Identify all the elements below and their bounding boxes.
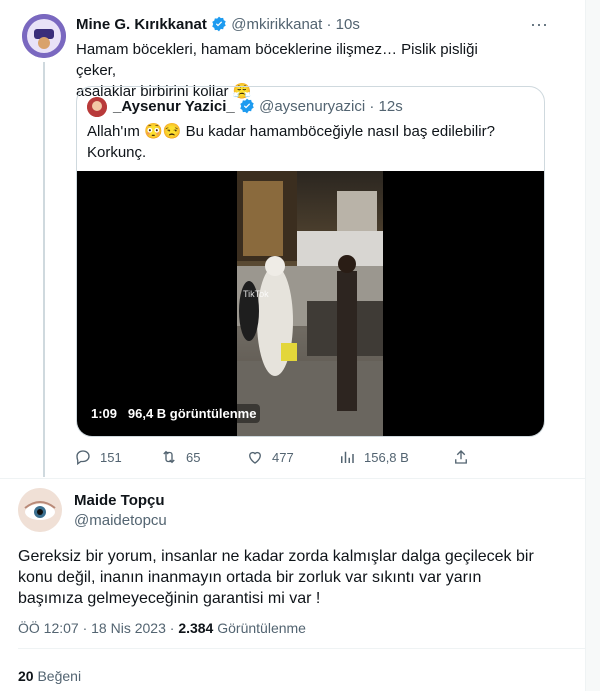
reply-author-name[interactable]: Maide Topçu xyxy=(74,492,165,509)
likes-total: 20 xyxy=(18,668,34,684)
avatar-image-icon xyxy=(87,97,107,117)
tiktok-watermark: TikTok xyxy=(243,289,269,299)
heart-icon xyxy=(249,451,261,464)
quoted-text-line: Korkunç. xyxy=(87,144,147,161)
retweet-button[interactable]: 65 xyxy=(160,448,200,466)
reply-text: Gereksiz bir yorum, insanlar ne kadar zo… xyxy=(18,546,578,609)
reply-button[interactable]: 151 xyxy=(74,448,122,466)
more-options-icon[interactable]: ··· xyxy=(530,14,548,35)
video-frame: TikTok xyxy=(237,171,383,436)
reply-icon xyxy=(76,450,90,466)
retweet-icon xyxy=(163,450,175,464)
author-handle[interactable]: @mkirikkanat xyxy=(231,16,322,33)
quoted-text-line: Allah'ım 😳😒 Bu kadar hamamböceğiyle nası… xyxy=(87,123,495,140)
share-icon xyxy=(455,450,467,464)
quoted-tweet[interactable]: _Aysenur Yazici_ @aysenuryazici · 12s Al… xyxy=(76,86,545,437)
eye-avatar-icon xyxy=(18,488,62,532)
divider xyxy=(0,478,586,479)
avatar[interactable] xyxy=(18,488,62,532)
avatar-image-icon xyxy=(22,14,66,58)
like-button[interactable]: 477 xyxy=(246,448,294,466)
views-button[interactable]: 156,8 B xyxy=(338,448,409,466)
avatar[interactable] xyxy=(22,14,66,58)
divider xyxy=(18,648,586,649)
quoted-avatar[interactable] xyxy=(87,97,107,117)
verified-badge-icon xyxy=(212,16,226,32)
video-duration: 1:09 xyxy=(91,406,118,421)
quoted-author-name[interactable]: _Aysenur Yazici_ xyxy=(113,98,235,115)
video-overlay-info: 1:09 96,4 B görüntülenme xyxy=(87,404,261,423)
tweet-timestamp[interactable]: ÖÖ 12:07 · 18 Nis 2023 · xyxy=(18,620,178,636)
tweet-text-line: Hamam böcekleri, hamam böceklerine ilişm… xyxy=(76,41,478,79)
quoted-header: _Aysenur Yazici_ @aysenuryazici · 12s xyxy=(113,98,403,115)
likes-label: Beğeni xyxy=(37,668,82,684)
right-scroll-gutter xyxy=(585,0,600,691)
video-player[interactable]: TikTok 1:09 96,4 B görüntülenme xyxy=(77,171,544,436)
tweet-header: Mine G. Kırıkkanat @mkirikkanat · 10s xyxy=(76,16,360,33)
bar-chart-icon xyxy=(341,451,354,463)
quoted-text: Allah'ım 😳😒 Bu kadar hamamböceğiyle nası… xyxy=(87,121,527,163)
author-name[interactable]: Mine G. Kırıkkanat xyxy=(76,16,207,33)
retweet-count: 65 xyxy=(186,449,201,465)
video-scene-image xyxy=(237,171,383,436)
quoted-tweet-time[interactable]: · 12s xyxy=(369,98,402,115)
share-button[interactable] xyxy=(452,448,470,466)
like-count: 477 xyxy=(272,449,294,465)
views-total: 2.384 xyxy=(178,620,214,636)
likes-summary[interactable]: 20 Beğeni xyxy=(18,668,81,684)
reply-text-line: başımıza gelmeyeceğinin garantisi mi var… xyxy=(18,590,321,607)
reply-text-line: Gereksiz bir yorum, insanlar ne kadar zo… xyxy=(18,548,534,565)
views-label: Görüntülenme xyxy=(217,620,306,636)
tweet-meta: ÖÖ 12:07 · 18 Nis 2023 · 2.384 Görüntüle… xyxy=(18,620,306,636)
reply-author-handle[interactable]: @maidetopcu xyxy=(74,512,167,529)
video-views: 96,4 B görüntülenme xyxy=(127,406,257,421)
quoted-author-handle[interactable]: @aysenuryazici xyxy=(259,98,365,115)
verified-badge-icon xyxy=(240,98,254,114)
tweet-time[interactable]: · 10s xyxy=(326,16,359,33)
reply-text-line: konu değil, inanın inanmayın ortada bir … xyxy=(18,569,482,586)
thread-line xyxy=(43,62,45,477)
reply-count: 151 xyxy=(100,449,122,465)
views-count: 156,8 B xyxy=(364,449,409,465)
